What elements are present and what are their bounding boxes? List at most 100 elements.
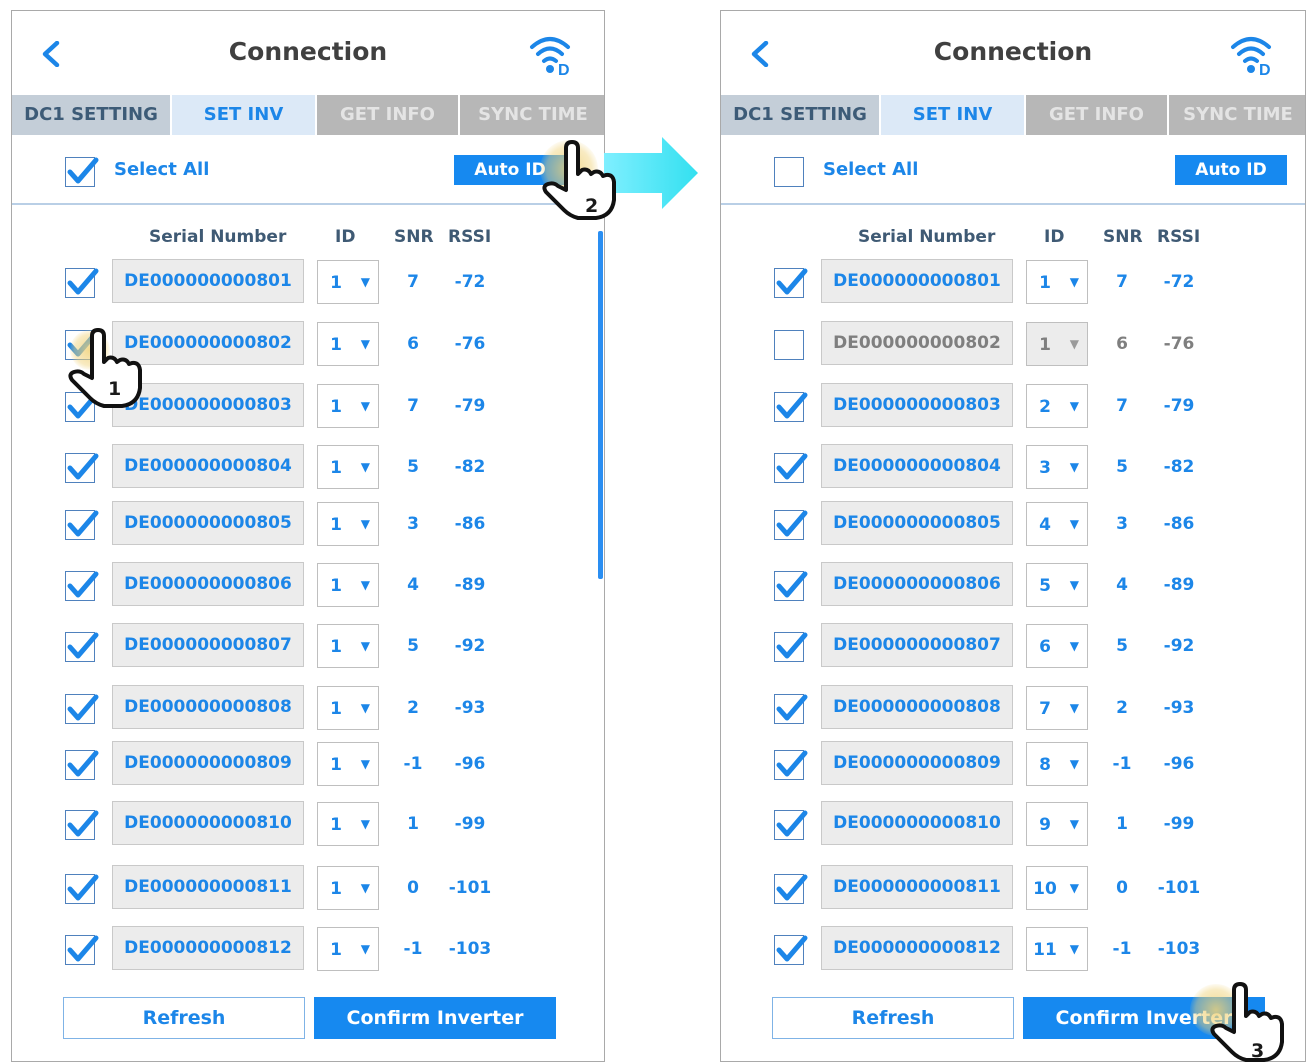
id-dropdown[interactable]: 1 ▼: [317, 502, 379, 546]
tab-set-inv[interactable]: SET INV: [172, 95, 317, 135]
column-header-id: ID: [1044, 227, 1065, 247]
tab-sync-time[interactable]: SYNC TIME: [1169, 95, 1305, 135]
id-value: 1: [330, 879, 342, 899]
id-dropdown[interactable]: 2 ▼: [1026, 384, 1088, 428]
row-checkbox[interactable]: [65, 935, 99, 965]
tab-dc1-setting[interactable]: DC1 SETTING: [12, 95, 172, 135]
scrollbar[interactable]: [598, 231, 603, 579]
snr-value: -1: [1112, 939, 1132, 959]
snr-value: 7: [1116, 272, 1128, 292]
tab-dc1-setting[interactable]: DC1 SETTING: [721, 95, 881, 135]
row-checkbox[interactable]: [65, 810, 99, 840]
id-dropdown[interactable]: 4 ▼: [1026, 502, 1088, 546]
connection-screen-after: Connection D DC1 SETTING SET INV GET INF…: [720, 10, 1306, 1062]
serial-number-field: DE000000000806: [112, 562, 304, 606]
column-header-id: ID: [335, 227, 356, 247]
id-dropdown[interactable]: 1 ▼: [317, 624, 379, 668]
confirm-inverter-button[interactable]: Confirm Inverter: [314, 997, 556, 1039]
select-all-checkbox[interactable]: [774, 157, 804, 187]
id-value: 1: [330, 273, 342, 293]
row-checkbox[interactable]: [774, 268, 808, 298]
snr-value: -1: [1112, 754, 1132, 774]
header: Connection D: [721, 11, 1305, 95]
auto-id-button[interactable]: Auto ID: [1175, 155, 1287, 185]
refresh-button[interactable]: Refresh: [772, 997, 1014, 1039]
row-checkbox[interactable]: [65, 694, 99, 724]
row-checkbox[interactable]: [65, 453, 99, 483]
id-value: 5: [1039, 576, 1051, 596]
id-dropdown[interactable]: 1 ▼: [317, 322, 379, 366]
row-checkbox[interactable]: [65, 268, 99, 298]
row-checkbox[interactable]: [774, 874, 808, 904]
tab-sync-time[interactable]: SYNC TIME: [460, 95, 604, 135]
snr-value: 4: [1116, 575, 1128, 595]
inverter-row: DE000000000803 2 ▼ 7 -79: [721, 383, 1305, 433]
snr-value: 7: [1116, 396, 1128, 416]
id-dropdown[interactable]: 1 ▼: [317, 927, 379, 971]
row-checkbox[interactable]: [65, 750, 99, 780]
rssi-value: -72: [454, 272, 486, 292]
id-value: 9: [1039, 815, 1051, 835]
row-checkbox[interactable]: [774, 632, 808, 662]
row-checkbox[interactable]: [774, 330, 804, 360]
id-dropdown[interactable]: 1 ▼: [1026, 260, 1088, 304]
id-dropdown[interactable]: 1 ▼: [317, 384, 379, 428]
tab-get-info[interactable]: GET INFO: [317, 95, 460, 135]
snr-value: 3: [1116, 514, 1128, 534]
inverter-row: DE000000000810 9 ▼ 1 -99: [721, 801, 1305, 851]
dropdown-arrow-icon: ▼: [1069, 578, 1079, 592]
row-checkbox[interactable]: [65, 571, 99, 601]
refresh-button[interactable]: Refresh: [63, 997, 305, 1039]
id-dropdown[interactable]: 1 ▼: [317, 686, 379, 730]
row-checkbox[interactable]: [774, 935, 808, 965]
row-checkbox[interactable]: [774, 392, 808, 422]
id-dropdown[interactable]: 7 ▼: [1026, 686, 1088, 730]
rssi-value: -101: [448, 878, 492, 898]
dropdown-arrow-icon: ▼: [360, 337, 370, 351]
serial-number-field: DE000000000807: [112, 623, 304, 667]
row-checkbox[interactable]: [65, 510, 99, 540]
tab-set-inv[interactable]: SET INV: [881, 95, 1026, 135]
serial-number-field: DE000000000812: [112, 926, 304, 970]
pointer-hand-icon: [1210, 982, 1284, 1062]
id-dropdown[interactable]: 8 ▼: [1026, 742, 1088, 786]
id-dropdown[interactable]: 1 ▼: [317, 445, 379, 489]
id-dropdown[interactable]: 1 ▼: [1026, 322, 1088, 366]
id-dropdown[interactable]: 5 ▼: [1026, 563, 1088, 607]
row-checkbox[interactable]: [774, 510, 808, 540]
rssi-value: -93: [454, 698, 486, 718]
id-dropdown[interactable]: 11 ▼: [1026, 927, 1088, 971]
inverter-row: DE000000000811 10 ▼ 0 -101: [721, 865, 1305, 915]
row-checkbox[interactable]: [774, 453, 808, 483]
row-checkbox[interactable]: [774, 694, 808, 724]
id-dropdown[interactable]: 10 ▼: [1026, 866, 1088, 910]
row-checkbox[interactable]: [774, 750, 808, 780]
id-value: 1: [330, 458, 342, 478]
tab-get-info[interactable]: GET INFO: [1026, 95, 1169, 135]
select-all-checkbox[interactable]: [65, 157, 99, 187]
rssi-value: -96: [454, 754, 486, 774]
id-dropdown[interactable]: 1 ▼: [317, 802, 379, 846]
id-dropdown[interactable]: 9 ▼: [1026, 802, 1088, 846]
row-checkbox[interactable]: [774, 571, 808, 601]
id-dropdown[interactable]: 1 ▼: [317, 563, 379, 607]
snr-value: 0: [407, 878, 419, 898]
id-value: 3: [1039, 458, 1051, 478]
id-dropdown[interactable]: 1 ▼: [317, 260, 379, 304]
serial-number-field: DE000000000805: [821, 501, 1013, 545]
id-value: 8: [1039, 755, 1051, 775]
id-dropdown[interactable]: 3 ▼: [1026, 445, 1088, 489]
row-checkbox[interactable]: [65, 632, 99, 662]
row-checkbox[interactable]: [774, 810, 808, 840]
row-checkbox[interactable]: [65, 874, 99, 904]
id-dropdown[interactable]: 1 ▼: [317, 742, 379, 786]
snr-value: 1: [1116, 814, 1128, 834]
dropdown-arrow-icon: ▼: [1069, 460, 1079, 474]
id-dropdown[interactable]: 6 ▼: [1026, 624, 1088, 668]
select-all-row: Select All Auto ID: [721, 135, 1305, 205]
snr-value: 0: [1116, 878, 1128, 898]
snr-value: 5: [407, 457, 419, 477]
id-dropdown[interactable]: 1 ▼: [317, 866, 379, 910]
column-header-rssi: RSSI: [448, 227, 492, 247]
step-number: 3: [1251, 1040, 1265, 1062]
